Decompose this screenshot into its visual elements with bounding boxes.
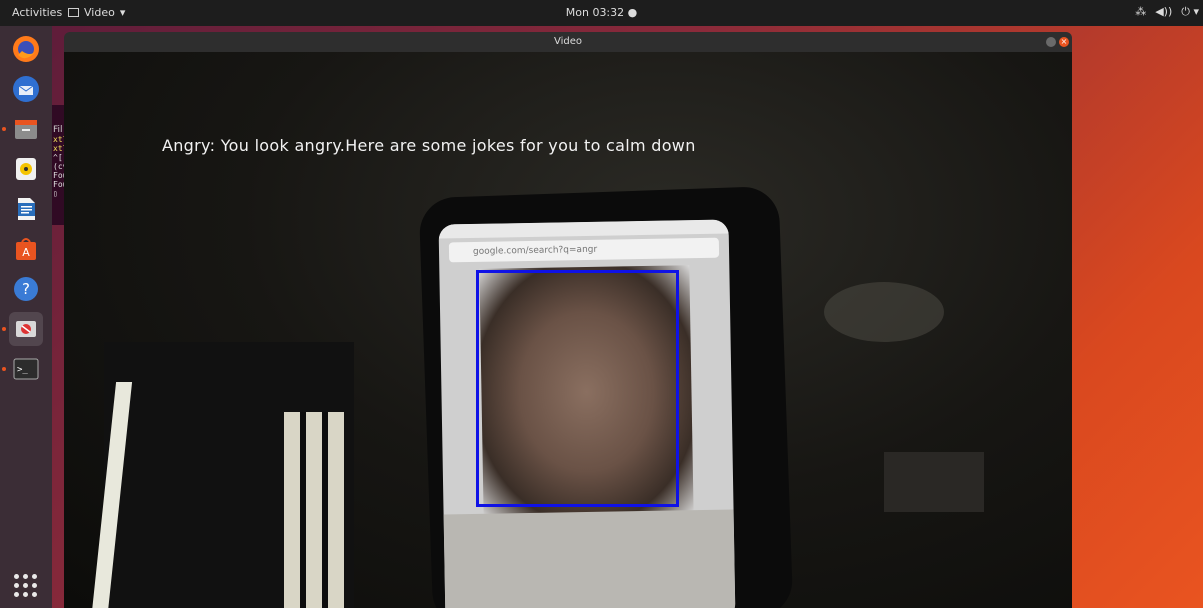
app-menu-label: Video (84, 6, 115, 19)
chevron-down-icon: ▾ (119, 6, 126, 19)
files-icon[interactable] (2, 112, 43, 146)
firefox-icon[interactable] (9, 32, 43, 66)
room-window-bar (322, 412, 328, 608)
svg-text:?: ? (22, 280, 30, 298)
app-menu[interactable]: Video ▾ (68, 6, 125, 19)
video-feed: google.com/search?q=angr Angry: You look… (64, 52, 1072, 608)
shirt (443, 509, 736, 608)
show-applications-icon[interactable] (14, 574, 38, 598)
rhythmbox-icon[interactable] (9, 152, 43, 186)
emotion-caption: Angry: You look angry.Here are some joke… (162, 136, 696, 155)
minimize-button[interactable] (1046, 37, 1056, 47)
system-tray[interactable]: ⁂ ◀)) ⏻ ▾ (1135, 5, 1199, 19)
window-icon (68, 8, 79, 17)
top-bar: Activities Video ▾ Mon 03:32 ● ⁂ ◀)) ⏻ ▾ (0, 0, 1203, 26)
video-window[interactable]: Video × google.com/search?q=angr Angry: … (64, 32, 1072, 608)
wall-frame (884, 452, 984, 512)
face-bounding-box (476, 270, 679, 507)
video-app-icon[interactable] (2, 312, 43, 346)
volume-icon[interactable]: ◀)) (1155, 5, 1172, 19)
software-icon[interactable]: A (9, 232, 43, 266)
terminal-icon[interactable]: >_ (2, 352, 43, 386)
svg-text:>_: >_ (17, 365, 28, 375)
clock[interactable]: Mon 03:32 ● (566, 6, 637, 19)
svg-text:A: A (22, 246, 30, 259)
help-icon[interactable]: ? (9, 272, 43, 306)
room-window-light (284, 412, 344, 608)
room-window-bar (300, 412, 306, 608)
writer-icon[interactable] (9, 192, 43, 226)
network-icon[interactable]: ⁂ (1135, 5, 1146, 19)
activities-button[interactable]: Activities (12, 6, 62, 19)
window-title: Video (553, 36, 583, 47)
ceiling-fan (824, 282, 944, 342)
phone-url-bar: google.com/search?q=angr (448, 237, 720, 263)
thunderbird-icon[interactable] (9, 72, 43, 106)
dock: A ? >_ (0, 26, 52, 608)
close-button[interactable]: × (1059, 37, 1069, 47)
power-icon[interactable]: ⏻ ▾ (1181, 5, 1199, 19)
window-titlebar[interactable]: Video × (64, 32, 1072, 52)
